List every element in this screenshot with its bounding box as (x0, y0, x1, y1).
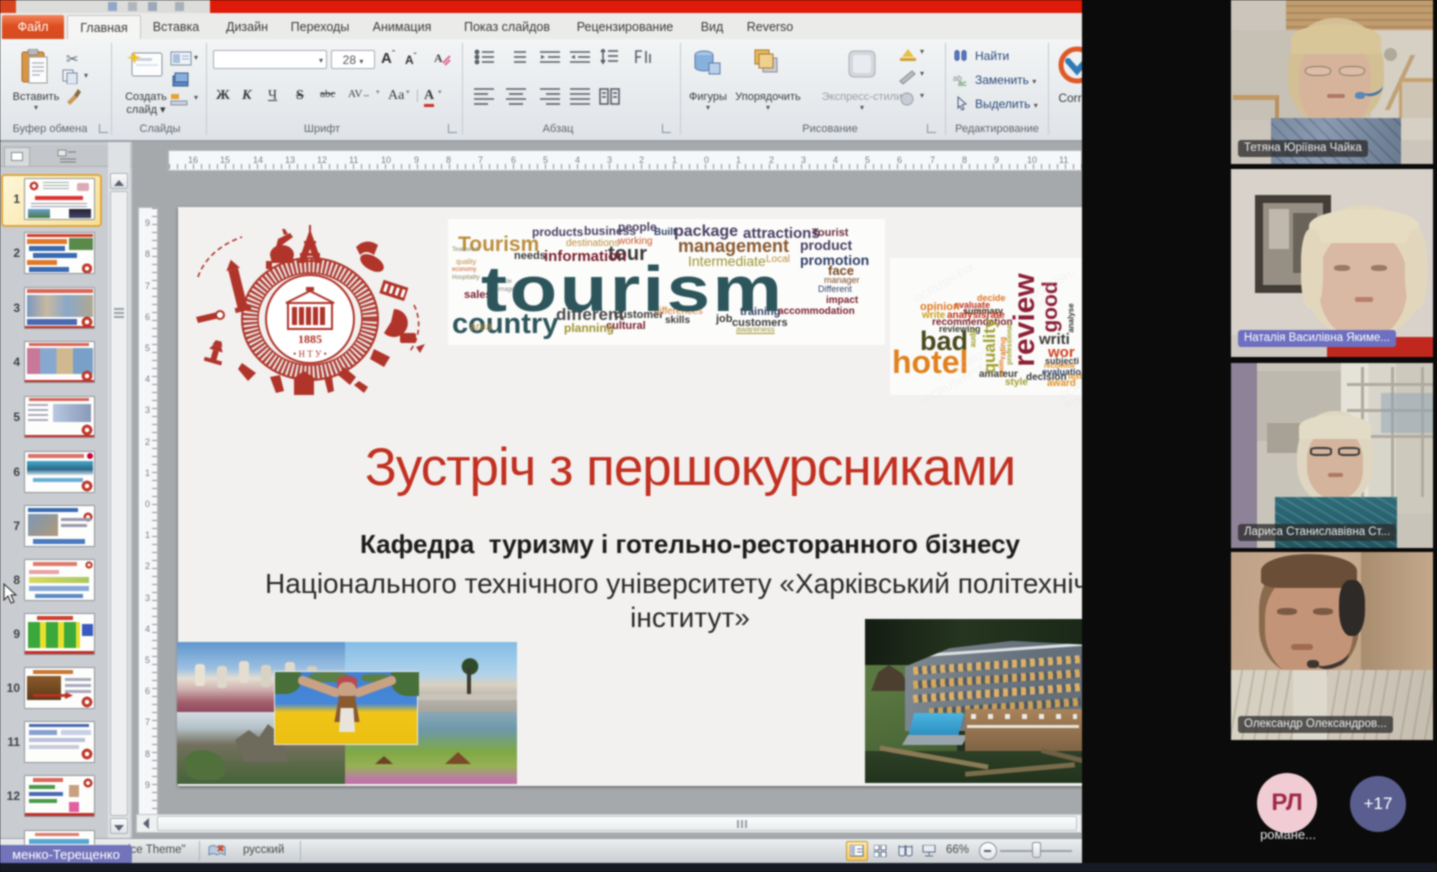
svg-text:ac: ac (958, 79, 966, 87)
svg-text:A: A (434, 51, 443, 65)
svg-text:1885: 1885 (298, 332, 322, 346)
svg-text:• Н Т У •: • Н Т У • (293, 349, 327, 359)
